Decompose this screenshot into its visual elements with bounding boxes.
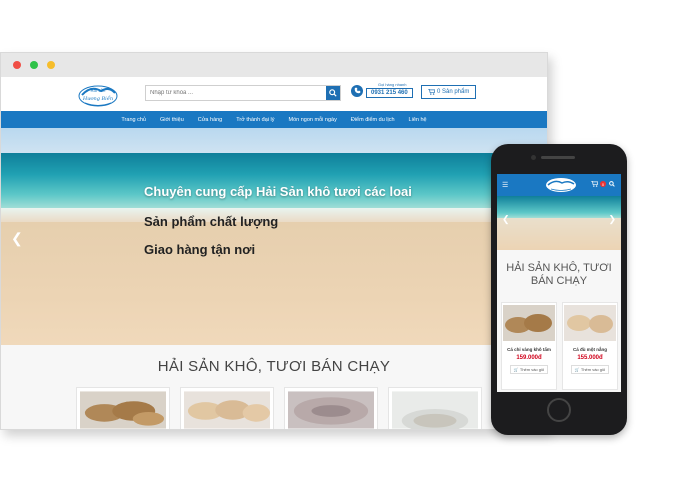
product-image (288, 391, 374, 429)
cart-icon: 🛒 (574, 367, 580, 373)
browser-titlebar (1, 53, 547, 77)
hero-line-quality: Sản phẩm chất lượng (144, 214, 279, 229)
mobile-product-card[interactable]: Cá đù một nắng 155.000đ 🛒 Thêm vào giỏ (562, 302, 618, 390)
nav-item-home[interactable]: Trang chủ (114, 117, 153, 123)
nav-item-daily-dish[interactable]: Món ngon mỗi ngày (282, 117, 344, 123)
mobile-hero-sea (497, 196, 621, 220)
phone-icon (351, 84, 363, 97)
nav-item-contact[interactable]: Liên hệ (402, 117, 434, 123)
product-image (564, 305, 616, 341)
mobile-best-seller-title: HẢI SẢN KHÔ, TƯƠI BÁN CHẠY (497, 250, 621, 302)
hotline-number: 0931 215 460 (366, 88, 413, 98)
mockup-stage: Hải sản Hương Biển Gọi hàng nhanh 0931 2… (0, 0, 695, 480)
home-button[interactable] (547, 398, 571, 422)
hamburger-menu-icon[interactable]: ☰ (502, 181, 508, 189)
product-image (392, 391, 478, 429)
product-grid (1, 387, 547, 429)
nav-item-about[interactable]: Giới thiệu (153, 117, 191, 123)
product-image (184, 391, 270, 429)
add-to-cart-label: Thêm vào giỏ (580, 367, 606, 373)
cart-icon (591, 181, 598, 187)
product-name[interactable]: Cá chỉ vàng khô tẩm (507, 347, 551, 352)
hero-slider: Chuyên cung cấp Hải Sản khô tươi các loa… (1, 128, 547, 345)
phone-speaker (541, 156, 575, 159)
maximize-window-dot[interactable] (30, 61, 38, 69)
product-card[interactable] (180, 387, 274, 429)
main-nav: Trang chủ Giới thiệu Cửa hàng Trở thành … (1, 111, 547, 128)
mobile-header: ☰ 0 (497, 174, 621, 196)
hero-headline: Chuyên cung cấp Hải Sản khô tươi các loa… (144, 184, 412, 199)
mobile-screen: ☰ 0 ❮ ❯ HẢI SẢN KHÔ, TƯƠI BÁN CHẠY Cá ch… (497, 174, 621, 392)
mobile-logo[interactable] (545, 177, 577, 193)
cart-label: 0 Sản phẩm (437, 89, 470, 95)
nav-item-travel[interactable]: Điểm điểm du lịch (344, 117, 402, 123)
minimize-window-dot[interactable] (47, 61, 55, 69)
svg-text:Hương Biển: Hương Biển (82, 95, 113, 102)
mobile-phone: ☰ 0 ❮ ❯ HẢI SẢN KHÔ, TƯƠI BÁN CHẠY Cá ch… (491, 144, 627, 435)
nav-item-shop[interactable]: Cửa hàng (191, 117, 229, 123)
product-price: 159.000đ (516, 355, 542, 362)
hotline-box[interactable]: Gọi hàng nhanh 0931 215 460 (351, 83, 413, 98)
mobile-hero: ❮ ❯ (497, 196, 621, 250)
desktop-browser-window: Hải sản Hương Biển Gọi hàng nhanh 0931 2… (0, 52, 548, 430)
cart-icon (428, 89, 435, 95)
nav-item-agent[interactable]: Trở thành đại lý (229, 117, 281, 123)
product-price: 155.000đ (577, 355, 603, 362)
mobile-product-card[interactable]: Cá chỉ vàng khô tẩm 159.000đ 🛒 Thêm vào … (501, 302, 557, 390)
add-to-cart-button[interactable]: 🛒 Thêm vào giỏ (509, 365, 549, 375)
mobile-hero-sand (497, 218, 621, 250)
hotline-label: Gọi hàng nhanh (378, 82, 407, 87)
add-to-cart-button[interactable]: 🛒 Thêm vào giỏ (570, 365, 610, 375)
search-input[interactable] (146, 86, 326, 100)
product-name[interactable]: Cá đù một nắng (573, 347, 607, 352)
hero-line-delivery: Giao hàng tận nơi (144, 242, 256, 257)
cart-button[interactable]: 0 Sản phẩm (421, 85, 477, 99)
cart-count-badge: 0 (600, 181, 606, 187)
mobile-product-grid: Cá chỉ vàng khô tẩm 159.000đ 🛒 Thêm vào … (497, 302, 621, 392)
svg-text:Hải sản: Hải sản (91, 88, 106, 93)
mobile-cart[interactable]: 0 (591, 181, 606, 187)
search-icon[interactable] (609, 181, 615, 189)
slider-next-icon[interactable]: ❯ (608, 214, 616, 225)
add-to-cart-label: Thêm vào giỏ (519, 367, 545, 373)
site-logo[interactable]: Hải sản Hương Biển (77, 81, 119, 108)
search-icon (329, 89, 337, 97)
search-bar (145, 85, 341, 101)
product-card[interactable] (284, 387, 378, 429)
product-card[interactable] (76, 387, 170, 429)
slider-prev-icon[interactable]: ❮ (502, 214, 510, 225)
product-card[interactable] (388, 387, 482, 429)
close-window-dot[interactable] (13, 61, 21, 69)
hero-sand (1, 222, 547, 345)
front-camera (531, 155, 536, 160)
best-seller-title: HẢI SẢN KHÔ, TƯƠI BÁN CHẠY (1, 345, 547, 387)
cart-icon: 🛒 (513, 367, 519, 373)
hero-sea (1, 153, 547, 213)
site-header: Hải sản Hương Biển Gọi hàng nhanh 0931 2… (1, 77, 547, 111)
search-button[interactable] (326, 86, 340, 100)
product-image (503, 305, 555, 341)
product-image (80, 391, 166, 429)
slider-prev-icon[interactable]: ❮ (11, 230, 23, 247)
